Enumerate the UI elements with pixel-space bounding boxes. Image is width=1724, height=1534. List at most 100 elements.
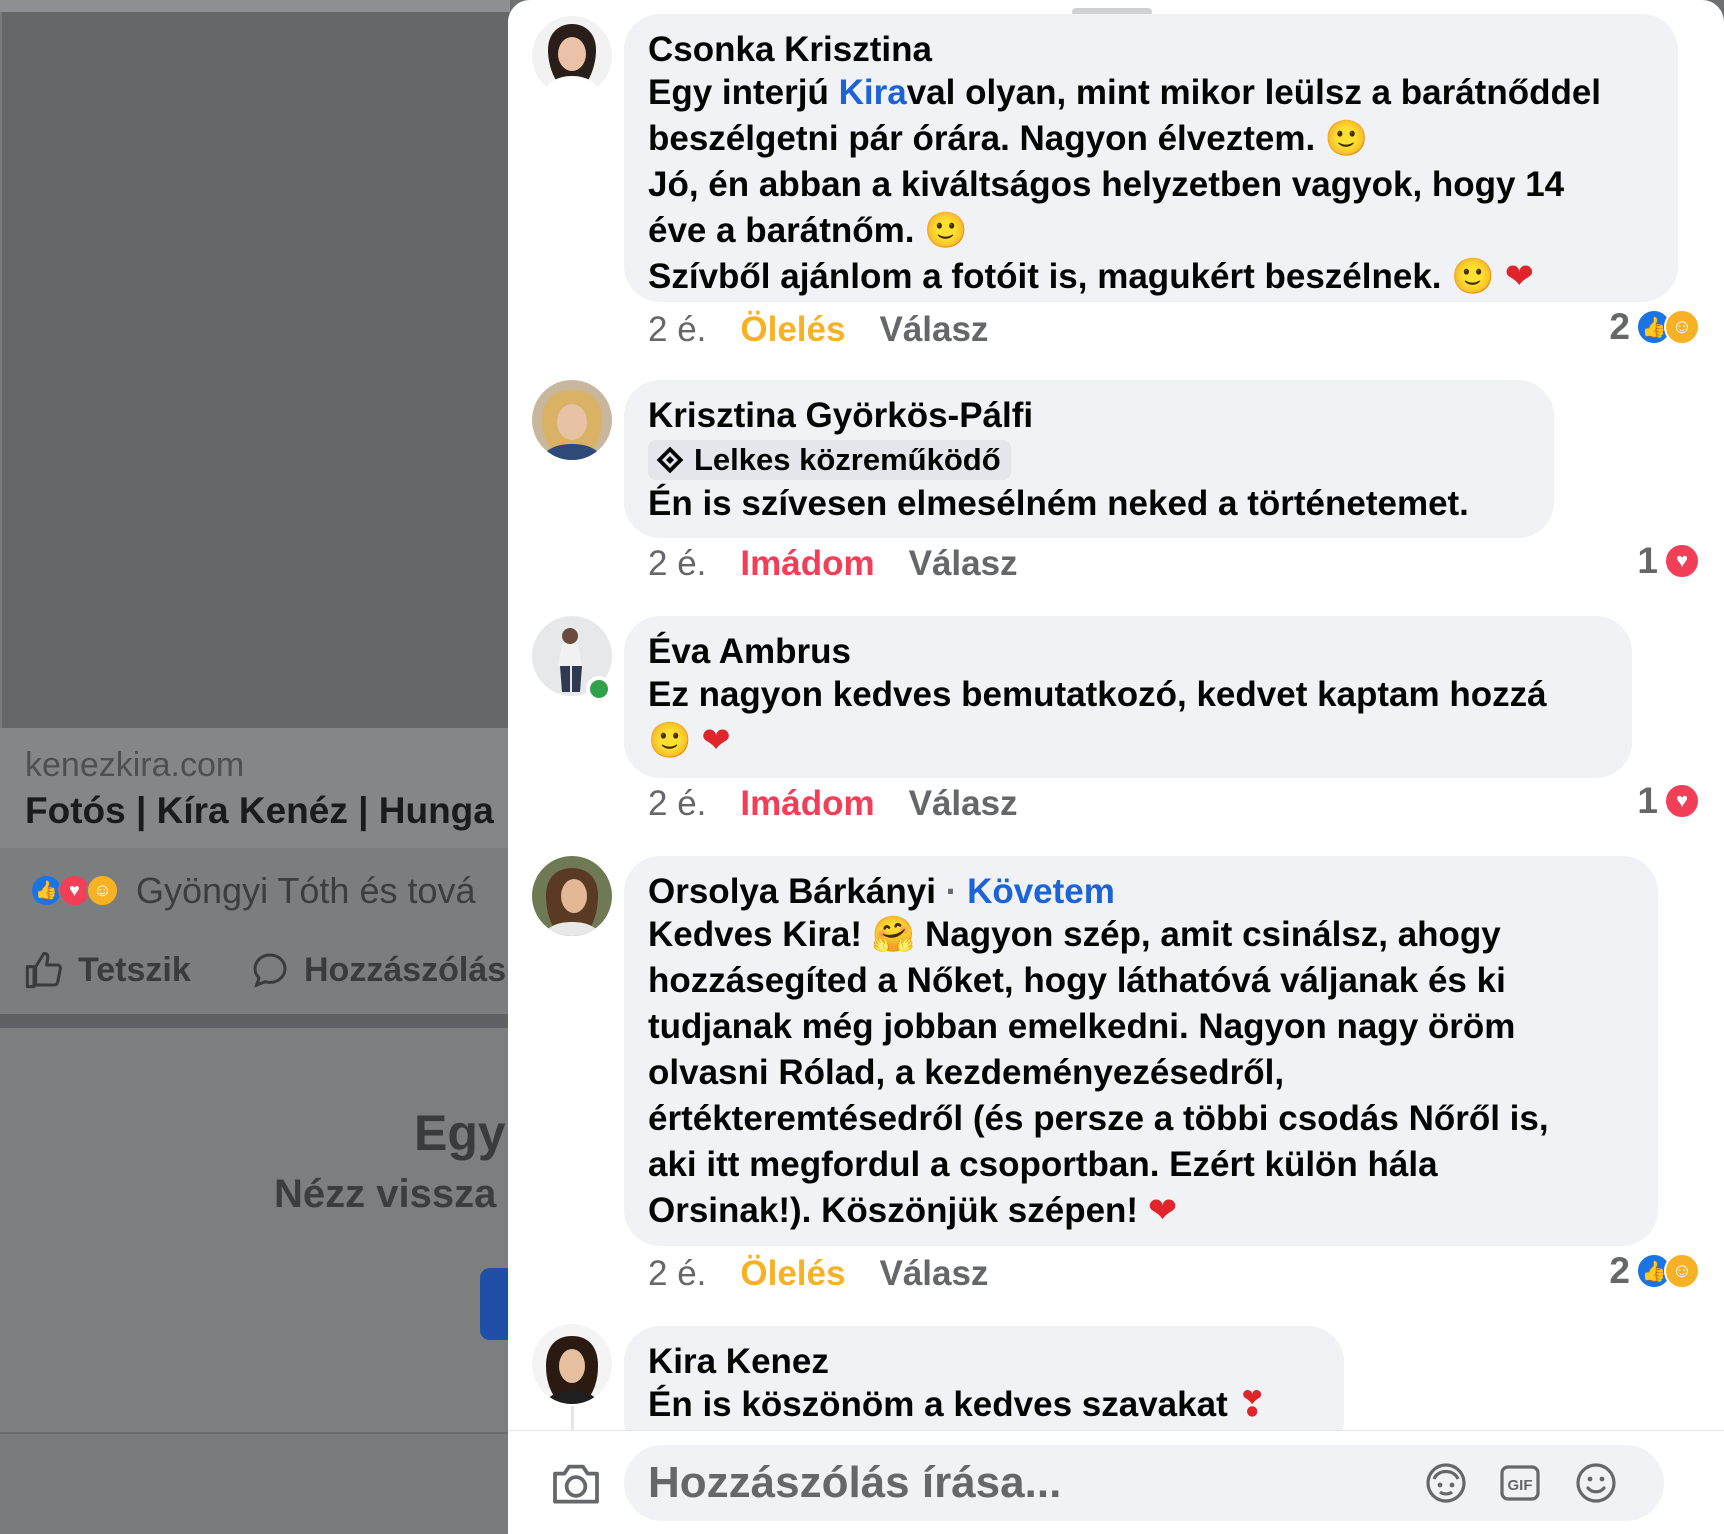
reaction-count[interactable]: 2 👍 ☺	[1609, 306, 1700, 348]
care-reaction-icon: ☺	[86, 874, 119, 907]
hugging-emoji: 🤗	[871, 915, 916, 954]
comments-panel: Csonka Krisztina Egy interjú Kiraval oly…	[508, 0, 1724, 1534]
reaction-icons: 👍 ☺	[1636, 309, 1700, 345]
comment-text-part: Egy interjú	[648, 73, 839, 112]
online-status-dot	[586, 676, 612, 702]
background-bottom	[0, 1432, 510, 1534]
comment-input-container[interactable]: GIF	[624, 1445, 1664, 1521]
comment-time[interactable]: 2 é.	[648, 784, 706, 824]
comment-text-part: Szívből ajánlom a fotóit is, magukért be…	[648, 257, 1442, 296]
reaction-count[interactable]: 1 ♥	[1637, 780, 1700, 822]
comment-time[interactable]: 2 é.	[648, 1254, 706, 1294]
comment-text-part: val olyan, mint mikor leülsz a barátnődd…	[906, 73, 1602, 112]
promo-subtitle: Nézz vissza	[274, 1172, 497, 1216]
comment-bubble[interactable]: Krisztina Györkös-Pálfi Lelkes közreműkö…	[624, 380, 1554, 538]
comment-text-part: Én is köszönöm a kedves szavakat	[648, 1385, 1228, 1424]
smile-emoji: 🙂	[1451, 257, 1495, 296]
reply-button[interactable]: Válasz	[879, 1254, 988, 1294]
diamond-badge-icon	[656, 446, 684, 474]
comment-text: Én is köszönöm a kedves szavakat ❣	[648, 1382, 1320, 1428]
reaction-count-number: 2	[1609, 1250, 1630, 1291]
reaction-count[interactable]: 1 ♥	[1637, 540, 1700, 582]
background-lower-card	[0, 1028, 510, 1432]
avatar[interactable]	[532, 1324, 612, 1404]
reaction-button[interactable]: Ölelés	[740, 310, 845, 350]
comment-input[interactable]	[648, 1455, 1348, 1511]
comment-author[interactable]: Krisztina Györkös-Pálfi	[648, 396, 1530, 436]
reaction-button[interactable]: Imádom	[740, 544, 874, 584]
reaction-button[interactable]: Imádom	[740, 784, 874, 824]
care-reaction-icon: ☺	[1664, 1253, 1700, 1289]
comment-meta: 2 é. Ölelés Válasz	[648, 1254, 988, 1294]
reaction-icons: ♥	[1664, 543, 1700, 579]
comment-text-part: aki itt megfordul a csoportban. Ezért kü…	[648, 1145, 1438, 1184]
contributor-badge[interactable]: Lelkes közreműködő	[648, 440, 1011, 480]
comment-bubble[interactable]: Éva Ambrus Ez nagyon kedves bemutatkozó,…	[624, 616, 1632, 778]
separator-dot: ·	[945, 872, 968, 911]
avatar[interactable]	[532, 16, 612, 96]
thread-line	[571, 1406, 574, 1432]
badge-label: Lelkes közreműködő	[694, 442, 1001, 477]
reply-button[interactable]: Válasz	[909, 784, 1018, 824]
reaction-count[interactable]: 2 👍 ☺	[1609, 1250, 1700, 1292]
care-reaction-icon: ☺	[1664, 309, 1700, 345]
reply-button[interactable]: Válasz	[909, 544, 1018, 584]
comment-meta: 2 é. Imádom Válasz	[648, 784, 1018, 824]
comment-time[interactable]: 2 é.	[648, 544, 706, 584]
comment-text-part: értékteremtésedről (és persze a többi cs…	[648, 1099, 1549, 1138]
avatar-image	[532, 1324, 612, 1404]
separator	[0, 1014, 510, 1028]
avatar-image	[532, 16, 612, 96]
background-video[interactable]	[0, 12, 510, 728]
reaction-icons: 👍 ☺	[1636, 1253, 1700, 1289]
comment-text: Kedves Kira! 🤗 Nagyon szép, amit csináls…	[648, 912, 1634, 1234]
comment-text-part: Ez nagyon kedves bemutatkozó, kedvet kap…	[648, 675, 1547, 714]
follow-button[interactable]: Követem	[967, 872, 1115, 911]
reaction-count-number: 1	[1637, 780, 1658, 821]
comment-button[interactable]: Hozzászólás	[250, 950, 506, 990]
reaction-count-number: 2	[1609, 306, 1630, 347]
avatar[interactable]	[532, 856, 612, 936]
comment-text: Én is szívesen elmesélném neked a történ…	[648, 484, 1469, 523]
comment-author[interactable]: Éva Ambrus	[648, 632, 1608, 672]
smile-emoji: 🙂	[1324, 119, 1369, 158]
comment-author[interactable]: Kira Kenez	[648, 1342, 1320, 1382]
reaction-count-number: 1	[1637, 540, 1658, 581]
reply-button[interactable]: Válasz	[879, 310, 988, 350]
mention-link[interactable]: Kira	[839, 73, 907, 112]
like-label: Tetszik	[78, 950, 191, 989]
reaction-button[interactable]: Ölelés	[740, 1254, 845, 1294]
love-reaction-icon: ♥	[1664, 543, 1700, 579]
heart-exclamation-emoji: ❣	[1237, 1385, 1267, 1424]
emoji-icon[interactable]	[1572, 1459, 1620, 1507]
love-reaction-icon: ♥	[1664, 783, 1700, 819]
avatar-image	[532, 380, 612, 460]
reaction-icons: ♥	[1664, 783, 1700, 819]
comment-time[interactable]: 2 é.	[648, 310, 706, 350]
comment-composer: GIF	[508, 1430, 1724, 1534]
link-domain: kenezkira.com	[25, 746, 245, 784]
smile-emoji: 🙂	[648, 721, 692, 760]
avatar-sticker-icon[interactable]	[1422, 1459, 1470, 1507]
background-top-strip	[0, 0, 510, 12]
comment-bubble[interactable]: Csonka Krisztina Egy interjú Kiraval oly…	[624, 14, 1678, 302]
comment-author[interactable]: Csonka Krisztina	[648, 30, 1654, 70]
comment-bubble[interactable]: Orsolya Bárkányi · Követem Kedves Kira! …	[624, 856, 1658, 1246]
comment-meta: 2 é. Imádom Válasz	[648, 544, 1018, 584]
comment-text: Ez nagyon kedves bemutatkozó, kedvet kap…	[648, 672, 1608, 764]
comment-text-part: Orsinak!). Köszönjük szépen!	[648, 1191, 1139, 1230]
comment-text-part: Kedves Kira!	[648, 915, 862, 954]
avatar-image	[532, 856, 612, 936]
camera-icon[interactable]	[548, 1455, 604, 1511]
thumbs-up-icon	[25, 951, 62, 989]
comment-text-part: hozzásegíted a Nőket, hogy láthatóvá vál…	[648, 961, 1506, 1000]
comment-meta: 2 é. Ölelés Válasz	[648, 310, 988, 350]
smile-emoji: 🙂	[924, 211, 968, 250]
like-button[interactable]: Tetszik	[24, 950, 191, 990]
comment-text-part: tudjanak még jobban emelkedni. Nagyon na…	[648, 1007, 1516, 1046]
comment-text: Egy interjú Kiraval olyan, mint mikor le…	[648, 70, 1654, 300]
avatar[interactable]	[532, 380, 612, 460]
comment-label: Hozzászólás	[304, 950, 507, 989]
comment-author[interactable]: Orsolya Bárkányi	[648, 872, 936, 911]
gif-icon[interactable]: GIF	[1496, 1459, 1544, 1507]
